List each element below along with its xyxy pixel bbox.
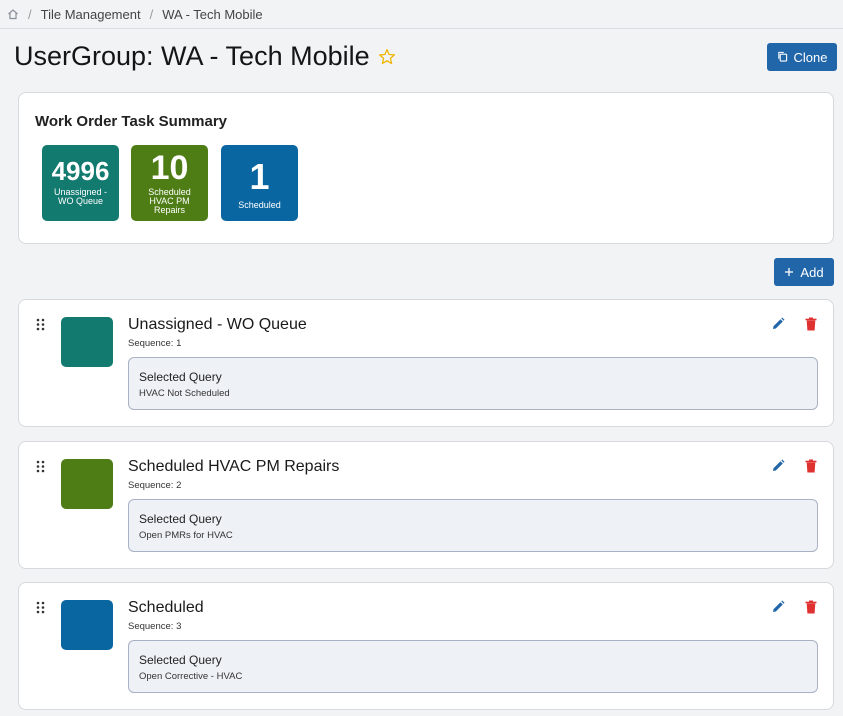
add-button[interactable]: Add bbox=[774, 258, 834, 286]
drag-handle-icon[interactable] bbox=[36, 601, 45, 614]
group-title: Scheduled bbox=[128, 599, 204, 616]
tile-label: Scheduled bbox=[238, 200, 281, 210]
tile-group-card: Scheduled Sequence: 3 Selected Query Ope… bbox=[18, 582, 834, 710]
tile-color-swatch bbox=[61, 317, 113, 367]
edit-icon[interactable] bbox=[771, 317, 785, 331]
delete-icon[interactable] bbox=[805, 459, 817, 473]
work-order-task-summary: Work Order Task Summary 4996 Unassigned … bbox=[18, 92, 834, 244]
summary-tile[interactable]: 1 Scheduled bbox=[221, 145, 298, 221]
selected-query-value: Open PMRs for HVAC bbox=[139, 530, 233, 541]
summary-title: Work Order Task Summary bbox=[35, 113, 228, 130]
delete-icon[interactable] bbox=[805, 600, 817, 614]
delete-icon[interactable] bbox=[805, 317, 817, 331]
selected-query-value: Open Corrective - HVAC bbox=[139, 671, 243, 682]
plus-icon bbox=[784, 265, 794, 280]
group-title: Scheduled HVAC PM Repairs bbox=[128, 458, 340, 475]
breadcrumb: / Tile Management / WA - Tech Mobile bbox=[0, 0, 843, 29]
clone-button[interactable]: Clone bbox=[767, 43, 837, 71]
tile-color-swatch bbox=[61, 459, 113, 509]
selected-query-label: Selected Query bbox=[139, 512, 222, 526]
tile-group-card: Scheduled HVAC PM Repairs Sequence: 2 Se… bbox=[18, 441, 834, 569]
group-sequence: Sequence: 1 bbox=[128, 338, 182, 349]
edit-icon[interactable] bbox=[771, 459, 785, 473]
selected-query-value: HVAC Not Scheduled bbox=[139, 388, 230, 399]
tile-value: 4996 bbox=[51, 156, 110, 186]
selected-query-label: Selected Query bbox=[139, 653, 222, 667]
tile-value: 10 bbox=[150, 149, 189, 187]
page-title: UserGroup: WA - Tech Mobile bbox=[14, 41, 396, 72]
summary-tile[interactable]: 4996 Unassigned - WO Queue bbox=[42, 145, 119, 221]
selected-query-label: Selected Query bbox=[139, 370, 222, 384]
breadcrumb-current: WA - Tech Mobile bbox=[162, 6, 263, 22]
page-title-text: UserGroup: WA - Tech Mobile bbox=[14, 41, 370, 71]
group-title: Unassigned - WO Queue bbox=[128, 316, 307, 333]
breadcrumb-tile-management[interactable]: Tile Management bbox=[41, 7, 141, 22]
selected-query-box: Selected Query Open PMRs for HVAC bbox=[128, 499, 818, 552]
home-icon[interactable] bbox=[7, 8, 19, 20]
tile-color-swatch bbox=[61, 600, 113, 650]
edit-icon[interactable] bbox=[771, 600, 785, 614]
group-sequence: Sequence: 2 bbox=[128, 480, 182, 491]
selected-query-box: Selected Query Open Corrective - HVAC bbox=[128, 640, 818, 693]
star-outline-icon[interactable] bbox=[378, 48, 396, 66]
tile-value: 1 bbox=[249, 156, 270, 197]
breadcrumb-separator: / bbox=[149, 6, 154, 22]
breadcrumb-separator: / bbox=[28, 6, 32, 22]
drag-handle-icon[interactable] bbox=[36, 318, 45, 331]
selected-query-box: Selected Query HVAC Not Scheduled bbox=[128, 357, 818, 410]
add-label: Add bbox=[800, 264, 824, 280]
summary-tile[interactable]: 10 Scheduled HVAC PM Repairs bbox=[131, 145, 208, 221]
drag-handle-icon[interactable] bbox=[36, 460, 45, 473]
copy-icon bbox=[777, 50, 788, 65]
clone-label: Clone bbox=[793, 49, 828, 65]
group-sequence: Sequence: 3 bbox=[128, 621, 182, 632]
tile-group-card: Unassigned - WO Queue Sequence: 1 Select… bbox=[18, 299, 834, 427]
tile-label: Scheduled HVAC PM Repairs bbox=[148, 187, 191, 215]
tile-label: Unassigned - WO Queue bbox=[53, 187, 108, 206]
